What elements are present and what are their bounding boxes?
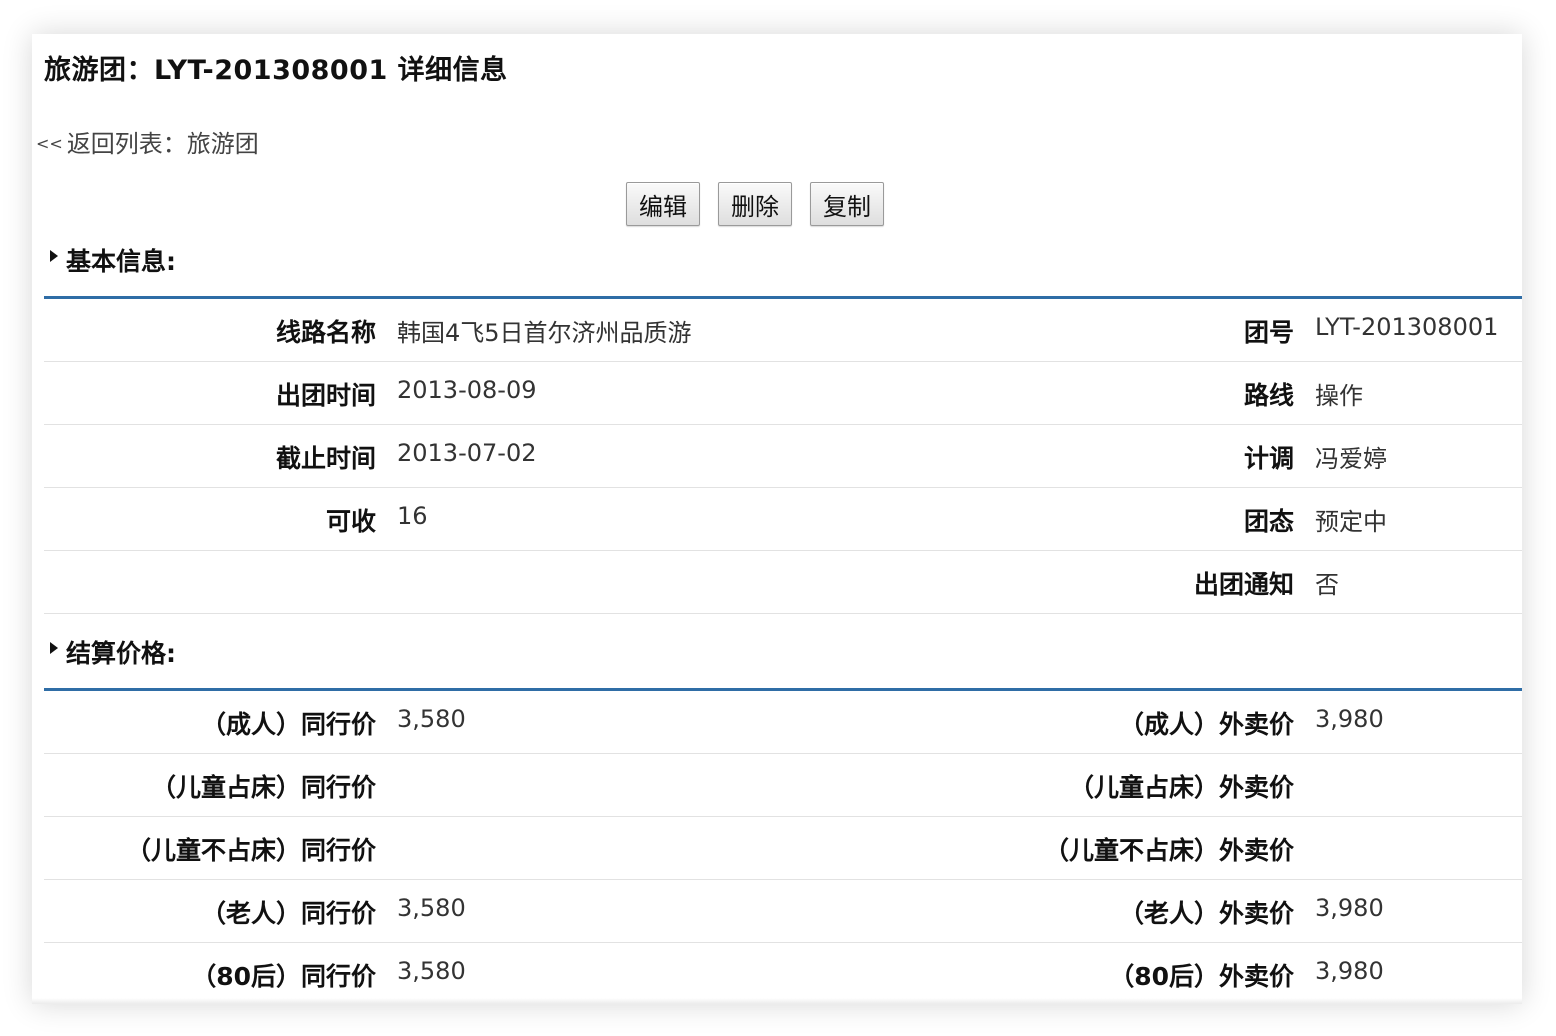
basic-info-header[interactable]: 基本信息: bbox=[50, 242, 176, 278]
field-value: 3,980 bbox=[1315, 705, 1384, 733]
field-label: 路线 bbox=[1243, 381, 1294, 410]
info-row-route-name: 线路名称 韩国4飞5日首尔济州品质游 团号 LYT-201308001 bbox=[44, 299, 1522, 362]
pricing-header[interactable]: 结算价格: bbox=[50, 634, 176, 670]
basic-info-title: 基本信息: bbox=[66, 247, 176, 276]
field-label: 出团时间 bbox=[275, 381, 376, 410]
field-label: （儿童不占床）外卖价 bbox=[1043, 836, 1294, 865]
bottom-fade bbox=[32, 998, 1522, 1004]
field-label: 团态 bbox=[1243, 507, 1294, 536]
pricing-grid: （成人）同行价 3,580 （成人）外卖价 3,980 （儿童占床）同行价 （儿… bbox=[44, 691, 1522, 1004]
action-toolbar: 编辑 删除 复制 bbox=[626, 182, 884, 226]
field-value: 16 bbox=[397, 502, 428, 530]
field-value: 否 bbox=[1315, 571, 1339, 599]
detail-panel: 旅游团：LYT-201308001 详细信息 << 返回列表：旅游团 编辑 删除 … bbox=[32, 34, 1522, 1004]
back-link-text: 返回列表：旅游团 bbox=[66, 130, 259, 158]
field-label: （老人）同行价 bbox=[200, 899, 376, 928]
field-value: 操作 bbox=[1315, 382, 1363, 410]
field-value: 2013-08-09 bbox=[397, 376, 537, 404]
field-label: 出团通知 bbox=[1193, 570, 1294, 599]
field-label: （成人）外卖价 bbox=[1118, 710, 1294, 739]
field-label: （老人）外卖价 bbox=[1118, 899, 1294, 928]
price-row-child-no-bed: （儿童不占床）同行价 （儿童不占床）外卖价 bbox=[44, 817, 1522, 880]
edit-button[interactable]: 编辑 bbox=[626, 182, 700, 226]
expand-triangle-icon bbox=[50, 250, 58, 262]
field-value: 3,580 bbox=[397, 957, 466, 985]
field-value: 冯爱婷 bbox=[1315, 445, 1387, 473]
field-value: 韩国4飞5日首尔济州品质游 bbox=[397, 319, 692, 347]
field-label: （80后）同行价 bbox=[191, 962, 376, 991]
field-label: （儿童不占床）同行价 bbox=[125, 836, 376, 865]
pricing-title: 结算价格: bbox=[66, 639, 176, 668]
field-label: 线路名称 bbox=[275, 318, 376, 347]
info-row-notice: 出团通知 否 bbox=[44, 551, 1522, 614]
field-label: 计调 bbox=[1243, 444, 1294, 473]
basic-info-grid: 线路名称 韩国4飞5日首尔济州品质游 团号 LYT-201308001 出团时间… bbox=[44, 299, 1522, 614]
back-to-list-link[interactable]: << 返回列表：旅游团 bbox=[36, 124, 259, 159]
field-label: （儿童占床）外卖价 bbox=[1068, 773, 1294, 802]
field-value: 3,580 bbox=[397, 894, 466, 922]
field-label: （儿童占床）同行价 bbox=[150, 773, 376, 802]
field-label: 截止时间 bbox=[275, 444, 376, 473]
field-value: 3,980 bbox=[1315, 957, 1384, 985]
back-arrows-icon: << bbox=[36, 134, 63, 153]
info-row-departure: 出团时间 2013-08-09 路线 操作 bbox=[44, 362, 1522, 425]
page-title: 旅游团：LYT-201308001 详细信息 bbox=[44, 55, 508, 86]
expand-triangle-icon bbox=[50, 642, 58, 654]
field-value: 2013-07-02 bbox=[397, 439, 537, 467]
price-row-post80s: （80后）同行价 3,580 （80后）外卖价 3,980 bbox=[44, 943, 1522, 1004]
field-value: 3,980 bbox=[1315, 894, 1384, 922]
field-label: 团号 bbox=[1243, 318, 1294, 347]
field-label: （成人）同行价 bbox=[200, 710, 376, 739]
price-row-senior: （老人）同行价 3,580 （老人）外卖价 3,980 bbox=[44, 880, 1522, 943]
field-value: 3,580 bbox=[397, 705, 466, 733]
copy-button[interactable]: 复制 bbox=[810, 182, 884, 226]
price-row-adult: （成人）同行价 3,580 （成人）外卖价 3,980 bbox=[44, 691, 1522, 754]
field-value: 预定中 bbox=[1315, 508, 1387, 536]
info-row-deadline: 截止时间 2013-07-02 计调 冯爱婷 bbox=[44, 425, 1522, 488]
field-value: LYT-201308001 bbox=[1315, 313, 1499, 341]
price-row-child-bed: （儿童占床）同行价 （儿童占床）外卖价 bbox=[44, 754, 1522, 817]
field-label: 可收 bbox=[325, 507, 376, 536]
field-label: （80后）外卖价 bbox=[1109, 962, 1294, 991]
info-row-capacity: 可收 16 团态 预定中 bbox=[44, 488, 1522, 551]
delete-button[interactable]: 删除 bbox=[718, 182, 792, 226]
